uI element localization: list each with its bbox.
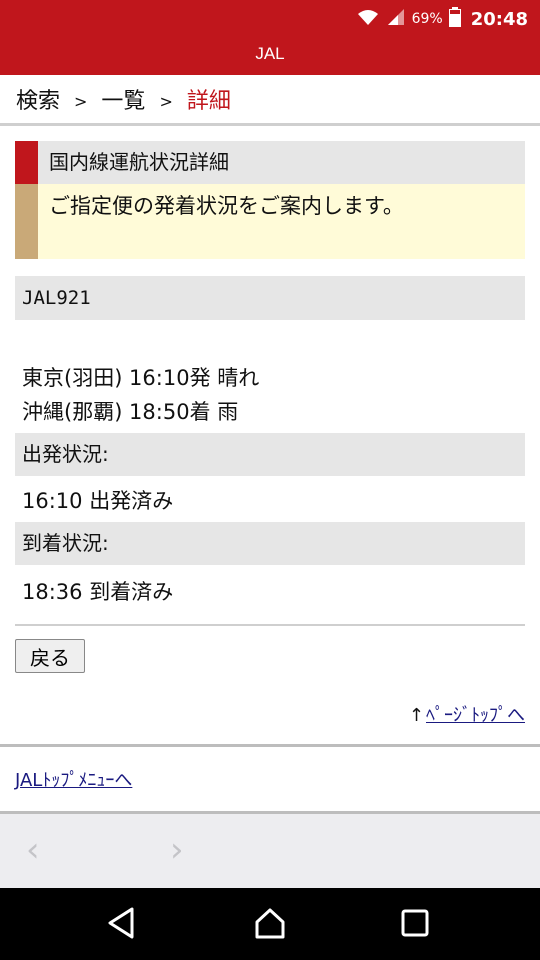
divider <box>0 123 540 126</box>
breadcrumb-current: 詳細 <box>186 89 231 114</box>
arrival-line: 沖縄(那覇) 18:50着 雨 <box>22 400 239 424</box>
clock: 20:48 <box>470 8 528 30</box>
divider <box>0 744 540 747</box>
wifi-icon <box>356 7 380 31</box>
battery-percent: 69% <box>411 11 443 27</box>
browser-forward-icon[interactable]: › <box>170 830 184 870</box>
page-top-label[interactable]: ﾍﾟｰｼﾞﾄｯﾌﾟへ <box>426 705 525 726</box>
nav-recents-icon[interactable] <box>400 906 430 944</box>
app-header: 69% 20:48 JAL <box>0 0 540 75</box>
battery-icon <box>448 7 461 31</box>
back-button[interactable]: 戻る <box>15 639 85 673</box>
breadcrumb-list[interactable]: 一覧 <box>101 83 145 115</box>
section-message: ご指定便の発着状況をご案内します。 <box>38 184 525 259</box>
divider <box>15 624 525 626</box>
departure-line: 東京(羽田) 16:10発 晴れ <box>22 366 260 390</box>
breadcrumb: 検索 > 一覧 > 詳細 <box>0 75 540 123</box>
browser-back-icon[interactable]: ‹ <box>26 830 40 870</box>
browser-toolbar: ‹ › <box>0 814 540 888</box>
arrival-status-label: 到着状況: <box>15 522 525 565</box>
arrival-status: 18:36 到着済み <box>22 580 174 604</box>
nav-back-icon[interactable] <box>106 906 136 944</box>
departure-status: 16:10 出発済み <box>22 489 174 513</box>
breadcrumb-search[interactable]: 検索 <box>16 83 60 115</box>
accent-bar <box>15 184 38 259</box>
section-header: 国内線運航状況詳細 ご指定便の発着状況をご案内します。 <box>15 141 525 259</box>
nav-home-icon[interactable] <box>253 906 287 944</box>
departure-status-label: 出発状況: <box>15 433 525 476</box>
page-top-link[interactable]: ↑ ﾍﾟｰｼﾞﾄｯﾌﾟへ <box>409 701 525 727</box>
section-title: 国内線運航状況詳細 <box>38 141 525 184</box>
system-navigation-bar <box>0 888 540 960</box>
signal-icon <box>386 7 406 31</box>
jal-top-menu-link[interactable]: JALﾄｯﾌﾟﾒﾆｭｰへ <box>15 766 132 792</box>
arrow-up-icon: ↑ <box>408 705 424 726</box>
breadcrumb-separator: > <box>159 91 173 111</box>
status-bar: 69% 20:48 <box>356 6 528 32</box>
page-title: JAL <box>255 44 285 63</box>
accent-bar <box>15 141 38 184</box>
flight-number: JAL921 <box>15 276 525 320</box>
breadcrumb-separator: > <box>74 91 88 111</box>
